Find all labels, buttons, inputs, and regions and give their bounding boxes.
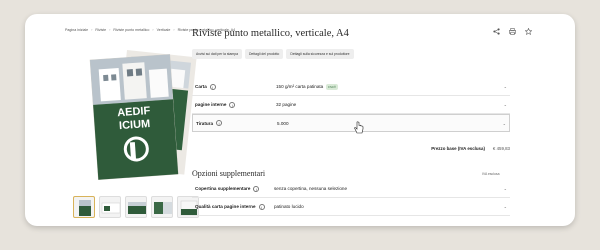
breadcrumb-item[interactable]: Pagina iniziale	[65, 28, 88, 32]
product-actions	[493, 27, 533, 37]
price-label: Prezzo base (IVA esclusa)	[431, 146, 485, 151]
info-icon[interactable]: i	[216, 120, 223, 126]
option-label: Qualità carta pagine interne	[195, 204, 256, 209]
thumbnail-3[interactable]	[125, 196, 147, 218]
cover-text-line1: AEDIF	[117, 105, 151, 119]
chevron-down-icon: ⌄	[503, 102, 507, 107]
option-value: senza copertina, nessuna selezione	[274, 186, 348, 191]
tab-safety-details[interactable]: Dettagli sulla sicurezza e sul produttor…	[286, 49, 354, 59]
info-tabs: Avvisi sui dati per la stampa Dettagli d…	[192, 49, 354, 59]
option-row-quantity[interactable]: Tiratura i 5.000 ⌄	[192, 114, 510, 134]
thumbnail-2[interactable]	[99, 196, 121, 218]
extra-options-table: Copertina supplementare i senza copertina…	[192, 180, 510, 216]
breadcrumb-separator: ›	[91, 28, 93, 32]
breadcrumb-separator: ›	[109, 28, 111, 32]
info-icon[interactable]: i	[258, 203, 265, 210]
price-value: € 459,83	[492, 146, 510, 151]
star-icon[interactable]	[524, 27, 533, 37]
option-label: Carta	[195, 84, 207, 89]
option-row-pages[interactable]: pagine interne i 32 pagine ⌄	[192, 96, 510, 114]
option-value: 5.000	[277, 120, 289, 126]
thumbnail-1[interactable]	[73, 196, 95, 218]
vat-note: IVA esclusa	[482, 172, 500, 176]
chevron-down-icon: ⌄	[502, 120, 506, 126]
breadcrumb-item[interactable]: Riviste	[95, 28, 106, 32]
extra-row-paper-quality[interactable]: Qualità carta pagine interne i patinato l…	[192, 198, 510, 216]
info-icon[interactable]: i	[229, 101, 236, 108]
chevron-down-icon: ⌄	[503, 84, 507, 89]
share-icon[interactable]	[493, 28, 500, 37]
extra-row-cover[interactable]: Copertina supplementare i senza copertina…	[192, 180, 510, 198]
option-label: pagine interne	[195, 102, 227, 107]
tab-print-notes[interactable]: Avvisi sui dati per la stampa	[192, 49, 242, 59]
print-icon[interactable]	[509, 28, 516, 37]
option-label: Tiratura	[196, 120, 214, 126]
product-title: Riviste punto metallico, verticale, A4	[192, 28, 349, 39]
option-value: 150 g/m² carta patinata	[276, 84, 324, 89]
breadcrumb-separator: ›	[152, 28, 154, 32]
info-icon[interactable]: i	[209, 83, 216, 90]
hand-cursor-icon	[354, 121, 364, 134]
option-value: 32 pagine	[276, 102, 297, 107]
fsc-badge: FSC®	[326, 83, 338, 90]
breadcrumb-item[interactable]: Riviste punto metallico	[113, 28, 149, 32]
chevron-down-icon: ⌄	[503, 186, 507, 191]
option-value: patinato lucido	[274, 204, 304, 209]
info-icon[interactable]: i	[253, 185, 260, 192]
thumbnail-4[interactable]	[151, 196, 173, 218]
option-label: Copertina supplementare	[195, 186, 251, 191]
breadcrumb-separator: ›	[173, 28, 175, 32]
breadcrumb-item[interactable]: Verticale	[157, 28, 171, 32]
chevron-down-icon: ⌄	[503, 204, 507, 209]
extra-options-title: Opzioni supplementari	[192, 169, 266, 178]
cover-text-line2: ICIUM	[119, 118, 151, 132]
tab-product-details[interactable]: Dettagli del prodotto	[244, 49, 284, 59]
option-row-paper[interactable]: Carta i 150 g/m² carta patinata FSC® ⌄	[192, 78, 510, 96]
options-table: Carta i 150 g/m² carta patinata FSC® ⌄ pag…	[192, 78, 510, 134]
thumbnail-strip	[73, 196, 199, 218]
base-price: Prezzo base (IVA esclusa) € 459,83	[192, 146, 510, 151]
